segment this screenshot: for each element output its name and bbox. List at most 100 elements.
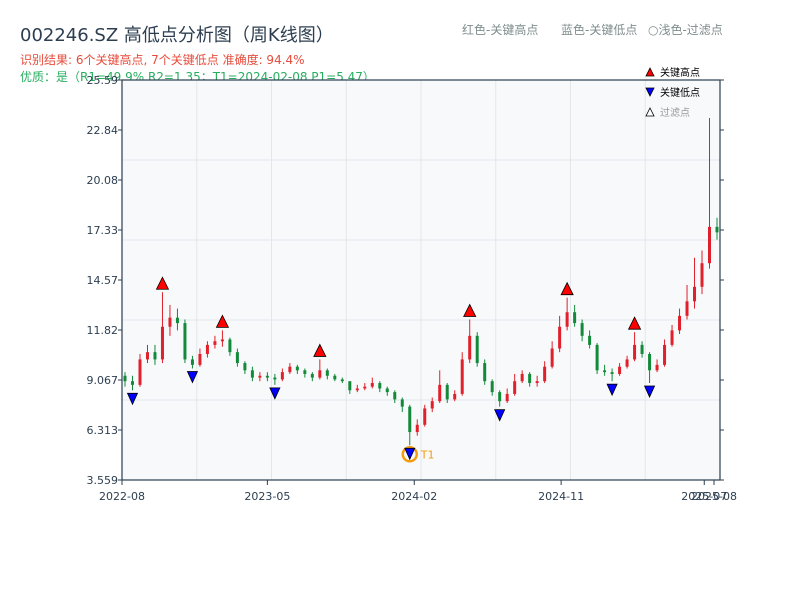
candle-body [385, 388, 389, 393]
candle-body [610, 372, 614, 374]
candle-body [190, 359, 194, 365]
y-tick-label: 11.82 [87, 324, 119, 337]
y-tick-label: 25.59 [87, 74, 119, 87]
x-tick-label: 2024-11 [538, 490, 584, 503]
candle-body [700, 263, 704, 287]
t1-label: T1 [420, 448, 435, 461]
candle-body [655, 364, 659, 371]
candle-body [438, 384, 442, 402]
candle-body [265, 375, 269, 378]
x-tick-label: 2025-08 [691, 490, 737, 503]
candle-body [175, 317, 179, 324]
candle-body [498, 392, 502, 402]
candle-body [273, 377, 277, 380]
x-tick-label: 2023-05 [244, 490, 290, 503]
candle-body [595, 344, 599, 371]
candle-body [633, 344, 637, 360]
y-tick-label: 6.313 [87, 424, 119, 437]
candle-body [535, 381, 539, 384]
candle-body [430, 401, 434, 409]
candle-body [513, 381, 517, 394]
candle-body [295, 366, 299, 371]
candle-body [153, 352, 157, 360]
candle-body [250, 370, 254, 378]
candle-body [663, 344, 667, 365]
candle-body [400, 399, 404, 407]
candle-body [678, 315, 682, 331]
candle-body [558, 326, 562, 349]
candle-body [310, 373, 314, 378]
legend-label: 关键高点 [660, 66, 700, 79]
candle-body [475, 335, 479, 364]
candle-body [640, 344, 644, 354]
y-tick-label: 9.067 [87, 374, 119, 387]
legend-label: 过滤点 [660, 106, 690, 119]
y-tick-label: 22.84 [87, 124, 119, 137]
candle-body [453, 393, 457, 400]
candle-body [588, 335, 592, 345]
candle-body [288, 366, 292, 373]
x-tick-label: 2022-08 [99, 490, 145, 503]
candle-body [550, 348, 554, 367]
y-tick-label: 14.57 [87, 274, 119, 287]
candle-body [220, 339, 224, 342]
candle-body [565, 312, 569, 327]
candle-body [648, 353, 652, 371]
candle-body [160, 326, 164, 360]
candle-body [423, 408, 427, 425]
candle-body [228, 339, 232, 353]
candle-body [318, 370, 322, 378]
candle-body [145, 352, 149, 360]
candle-body [618, 366, 622, 374]
candle-body [138, 359, 142, 385]
candle-body [460, 359, 464, 394]
y-tick-label: 20.08 [87, 174, 119, 187]
candle-body [123, 375, 127, 382]
candle-body [198, 353, 202, 365]
candle-body [693, 286, 697, 302]
x-tick-label: 2024-02 [391, 490, 437, 503]
candle-body [603, 370, 607, 373]
candle-body [303, 370, 307, 374]
candle-body [580, 323, 584, 336]
candle-body [715, 226, 719, 233]
candle-body [340, 379, 344, 382]
candle-body [520, 373, 524, 382]
candle-body [333, 375, 337, 380]
candle-body [543, 366, 547, 382]
candle-body [355, 388, 359, 391]
candle-body [708, 226, 712, 264]
candle-body [483, 363, 487, 382]
candle-body [490, 381, 494, 393]
candle-body [130, 381, 134, 385]
legend-symbol-icon [645, 67, 655, 77]
candle-body [528, 373, 532, 384]
candle-body [205, 344, 209, 354]
y-tick-label: 3.559 [87, 474, 119, 487]
candle-body [415, 424, 419, 433]
candle-body [348, 381, 352, 391]
candle-body [505, 393, 509, 402]
candle-body [213, 341, 217, 345]
candle-body [168, 317, 172, 327]
candle-body [370, 383, 374, 387]
candle-body [685, 301, 689, 316]
candle-body [325, 370, 329, 376]
candle-body [625, 359, 629, 367]
legend-label: 关键低点 [660, 86, 700, 99]
y-tick-label: 17.33 [87, 224, 119, 237]
candle-body [445, 384, 449, 400]
candlestick-chart: T1 25.59 22.84 20.08 17.33 14.57 11.82 9.067 6.3… [87, 66, 737, 503]
candle-body [573, 312, 577, 324]
candle-body [183, 323, 187, 360]
candle-body [363, 386, 367, 389]
candle-body [280, 372, 284, 380]
candle-body [243, 363, 247, 371]
candle-body [393, 392, 397, 400]
candle-body [235, 352, 239, 364]
candle-body [378, 383, 382, 389]
candle-body [258, 375, 262, 378]
candle-body [670, 330, 674, 345]
candle-body [408, 406, 412, 433]
candle-body [468, 335, 472, 360]
